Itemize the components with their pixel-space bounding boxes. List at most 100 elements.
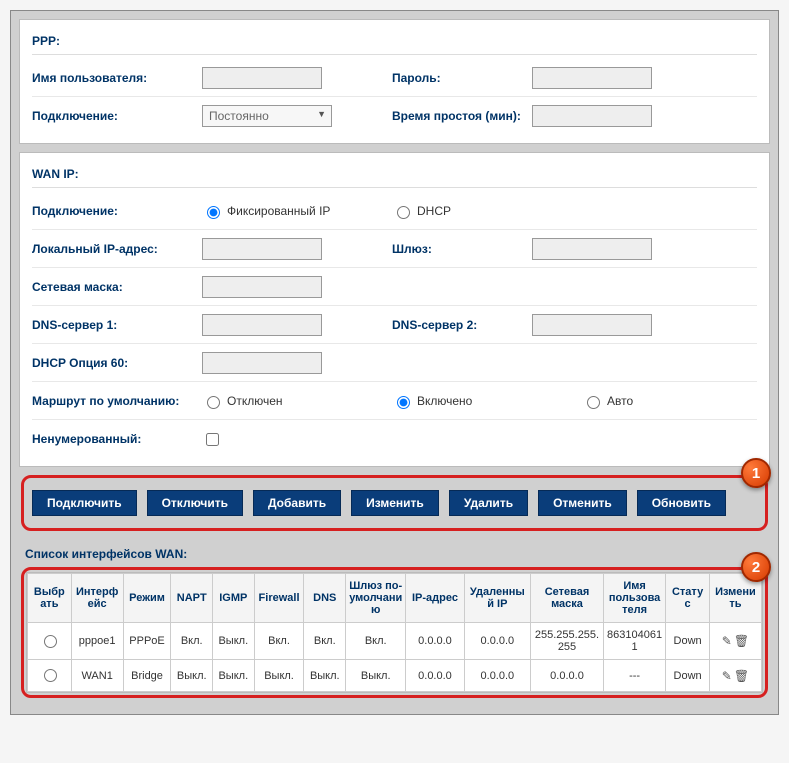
cell-igmp: Выкл. (213, 660, 255, 692)
th-defgw: Шлюз по-умолчанию (346, 574, 406, 623)
radio-defroute-auto[interactable]: Авто (582, 393, 633, 409)
idle-input[interactable] (532, 105, 652, 127)
cell-mode: Bridge (123, 660, 171, 692)
cell-status: Down (666, 623, 710, 660)
radio-defroute-auto-input[interactable] (587, 396, 600, 409)
th-igmp: IGMP (213, 574, 255, 623)
wan-title: WAN IP: (32, 161, 757, 188)
row-select-radio[interactable] (44, 669, 57, 682)
connection-select[interactable]: Постоянно (202, 105, 332, 127)
cell-dns: Вкл. (304, 623, 346, 660)
th-netmask: Сетевая маска (531, 574, 604, 623)
callout-2: 2 (741, 552, 771, 582)
gateway-input[interactable] (532, 238, 652, 260)
delete-icon[interactable]: 🗑 (734, 634, 749, 648)
table-row: WAN1 Bridge Выкл. Выкл. Выкл. Выкл. Выкл… (28, 660, 762, 692)
th-iface: Интерфейс (71, 574, 123, 623)
row-select-radio[interactable] (44, 635, 57, 648)
th-napt: NAPT (171, 574, 213, 623)
th-select: Выбрать (28, 574, 72, 623)
cell-dns: Выкл. (304, 660, 346, 692)
cell-napt: Выкл. (171, 660, 213, 692)
cell-mode: PPPoE (123, 623, 171, 660)
cell-ip: 0.0.0.0 (406, 660, 464, 692)
cell-igmp: Выкл. (213, 623, 255, 660)
edit-icon[interactable]: ✎ (722, 634, 732, 648)
password-label: Пароль: (392, 71, 532, 85)
ppp-panel: PPP: Имя пользователя: Пароль: Подключен… (19, 19, 770, 144)
cell-remoteip: 0.0.0.0 (464, 623, 531, 660)
wan-panel: WAN IP: Подключение: Фиксированный IP DH… (19, 152, 770, 467)
cell-iface: pppoe1 (71, 623, 123, 660)
connection-label: Подключение: (32, 109, 202, 123)
unnumbered-label: Ненумерованный: (32, 432, 202, 446)
th-ip: IP-адрес (406, 574, 464, 623)
gateway-label: Шлюз: (392, 242, 532, 256)
radio-dhcp[interactable]: DHCP (392, 203, 451, 219)
dns1-label: DNS-сервер 1: (32, 318, 202, 332)
idle-label: Время простоя (мин): (392, 109, 532, 123)
radio-defroute-off-input[interactable] (207, 396, 220, 409)
cancel-button[interactable]: Отменить (538, 490, 627, 516)
cell-user: --- (603, 660, 665, 692)
delete-button[interactable]: Удалить (449, 490, 528, 516)
cell-netmask: 255.255.255.255 (531, 623, 604, 660)
cell-defgw: Выкл. (346, 660, 406, 692)
dns2-label: DNS-сервер 2: (392, 318, 532, 332)
cell-iface: WAN1 (71, 660, 123, 692)
wan-connection-label: Подключение: (32, 204, 202, 218)
radio-defroute-on[interactable]: Включено (392, 393, 472, 409)
wan-interfaces-table: Выбрать Интерфейс Режим NAPT IGMP Firewa… (27, 573, 762, 692)
radio-fixed-ip[interactable]: Фиксированный IP (202, 203, 330, 219)
username-label: Имя пользователя: (32, 71, 202, 85)
th-dns: DNS (304, 574, 346, 623)
table-row: pppoe1 PPPoE Вкл. Выкл. Вкл. Вкл. Вкл. 0… (28, 623, 762, 660)
cell-netmask: 0.0.0.0 (531, 660, 604, 692)
router-config-page: PPP: Имя пользователя: Пароль: Подключен… (10, 10, 779, 715)
wan-table-wrap: Выбрать Интерфейс Режим NAPT IGMP Firewa… (26, 572, 763, 693)
username-input[interactable] (202, 67, 322, 89)
radio-defroute-on-input[interactable] (397, 396, 410, 409)
refresh-button[interactable]: Обновить (637, 490, 726, 516)
cell-status: Down (666, 660, 710, 692)
cell-firewall: Вкл. (254, 623, 304, 660)
button-bar: Подключить Отключить Добавить Изменить У… (26, 480, 763, 526)
cell-remoteip: 0.0.0.0 (464, 660, 531, 692)
cell-defgw: Вкл. (346, 623, 406, 660)
th-mode: Режим (123, 574, 171, 623)
dns1-input[interactable] (202, 314, 322, 336)
radio-dhcp-input[interactable] (397, 206, 410, 219)
callout-1: 1 (741, 458, 771, 488)
local-ip-label: Локальный IP-адрес: (32, 242, 202, 256)
connect-button[interactable]: Подключить (32, 490, 137, 516)
cell-napt: Вкл. (171, 623, 213, 660)
wan-table-highlight: Выбрать Интерфейс Режим NAPT IGMP Firewa… (21, 567, 768, 698)
cell-user: 8631040611 (603, 623, 665, 660)
dhcp60-label: DHCP Опция 60: (32, 356, 202, 370)
button-bar-highlight: Подключить Отключить Добавить Изменить У… (21, 475, 768, 531)
cell-firewall: Выкл. (254, 660, 304, 692)
dhcp60-input[interactable] (202, 352, 322, 374)
add-button[interactable]: Добавить (253, 490, 341, 516)
defroute-label: Маршрут по умолчанию: (32, 394, 202, 408)
disconnect-button[interactable]: Отключить (147, 490, 243, 516)
table-header-row: Выбрать Интерфейс Режим NAPT IGMP Firewa… (28, 574, 762, 623)
netmask-input[interactable] (202, 276, 322, 298)
th-firewall: Firewall (254, 574, 304, 623)
cell-ip: 0.0.0.0 (406, 623, 464, 660)
local-ip-input[interactable] (202, 238, 322, 260)
edit-icon[interactable]: ✎ (722, 669, 732, 683)
radio-defroute-off[interactable]: Отключен (202, 393, 283, 409)
th-user: Имя пользователя (603, 574, 665, 623)
th-remoteip: Удаленный IP (464, 574, 531, 623)
ppp-title: PPP: (32, 28, 757, 55)
unnumbered-checkbox[interactable] (206, 433, 219, 446)
th-status: Статус (666, 574, 710, 623)
dns2-input[interactable] (532, 314, 652, 336)
password-input[interactable] (532, 67, 652, 89)
delete-icon[interactable]: 🗑 (734, 669, 749, 683)
radio-fixed-ip-input[interactable] (207, 206, 220, 219)
wan-list-title: Список интерфейсов WAN: (19, 539, 770, 567)
modify-button[interactable]: Изменить (351, 490, 439, 516)
netmask-label: Сетевая маска: (32, 280, 202, 294)
